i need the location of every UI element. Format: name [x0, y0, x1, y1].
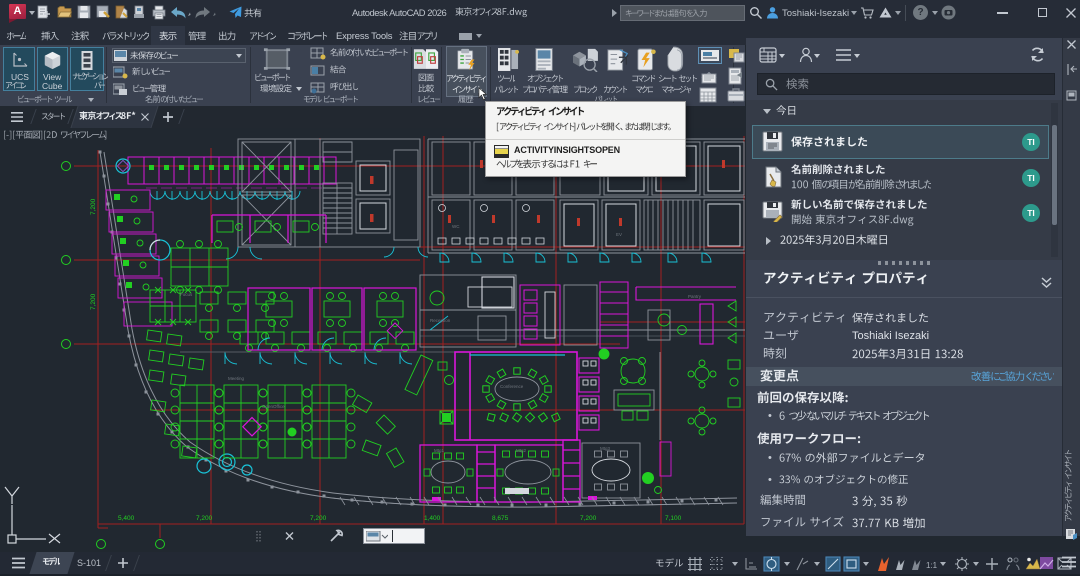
svg-text:Focus: Focus [180, 292, 193, 297]
svg-text:WC: WC [452, 224, 460, 229]
svg-text:OpenOffice: OpenOffice [262, 404, 285, 409]
svg-text:Meeting: Meeting [228, 376, 245, 381]
svg-text:7,200: 7,200 [90, 293, 97, 310]
svg-text:Mtg2: Mtg2 [516, 448, 527, 453]
svg-text:Reception: Reception [430, 318, 451, 323]
svg-text:1,400: 1,400 [424, 515, 441, 522]
svg-text:Mtg1: Mtg1 [434, 448, 445, 453]
svg-text:Mtg3: Mtg3 [600, 446, 611, 451]
svg-text:7,100: 7,100 [665, 515, 682, 522]
svg-text:8,675: 8,675 [492, 515, 509, 522]
svg-text:5,400: 5,400 [118, 515, 135, 522]
svg-text:EV: EV [616, 232, 622, 237]
svg-text:7,200: 7,200 [310, 515, 327, 522]
svg-text:Conference: Conference [500, 384, 524, 389]
svg-text:7,200: 7,200 [90, 198, 97, 215]
svg-text:7,200: 7,200 [196, 515, 213, 522]
svg-text:7,200: 7,200 [580, 515, 597, 522]
svg-text:Pantry: Pantry [688, 294, 702, 299]
svg-text:1:1: 1:1 [926, 561, 938, 570]
